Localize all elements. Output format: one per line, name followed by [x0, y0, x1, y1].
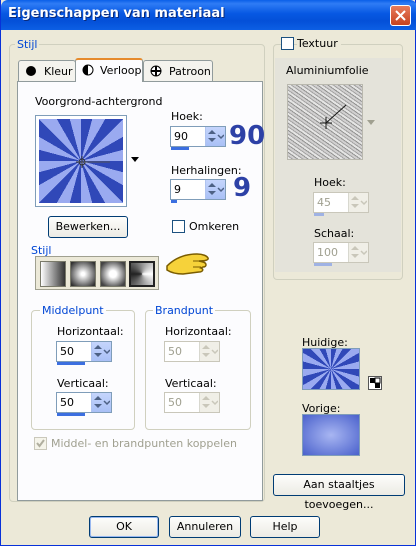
center-vertical-spin-buttons[interactable]: [91, 393, 111, 412]
pointing-hand-icon: [166, 253, 209, 275]
repeats-stepper[interactable]: 9: [170, 179, 226, 203]
close-button[interactable]: [390, 5, 411, 26]
material-properties-window: Eigenschappen van materiaal Stijl Kleur …: [0, 0, 416, 546]
close-icon: [395, 10, 406, 21]
spin-updown-icon: [94, 396, 111, 408]
angle-stepper[interactable]: 90: [170, 126, 226, 150]
angle-spin-buttons[interactable]: [205, 127, 225, 146]
center-horizontal-stepper[interactable]: 50: [56, 341, 112, 365]
chevron-down-icon: [367, 120, 375, 125]
style-rectangular-option[interactable]: [70, 261, 96, 287]
center-horizontal-label: Horizontaal:: [57, 325, 124, 338]
texture-scale-spin-buttons: [348, 243, 368, 262]
spin-updown-icon: [208, 183, 225, 195]
gradient-name: Voorgrond-achtergrond: [35, 95, 163, 108]
cancel-button[interactable]: Annuleren: [169, 516, 241, 538]
checkmark-icon: [36, 439, 45, 448]
tab-verloop[interactable]: Verloop: [75, 58, 143, 82]
focal-vertical-label: Verticaal:: [165, 377, 217, 390]
texture-angle-spin-buttons: [348, 193, 368, 212]
texture-checkbox[interactable]: [281, 37, 294, 50]
title-bar[interactable]: Eigenschappen van materiaal: [1, 0, 416, 30]
add-to-swatches-button[interactable]: Aan staaltjes toevoegen...: [273, 474, 405, 511]
texture-preview[interactable]: [287, 84, 363, 160]
spin-updown-icon: [351, 246, 368, 258]
style-options: [35, 256, 159, 290]
center-horizontal-slider-bar[interactable]: [57, 362, 85, 365]
tab-patroon[interactable]: Patroon: [143, 60, 213, 82]
tab-kleur-label: Kleur: [44, 65, 73, 78]
angle-annotation: 90: [229, 121, 266, 151]
focal-horizontal-spin-buttons: [199, 342, 219, 361]
texture-angle-value: 45: [317, 196, 331, 209]
repeats-spin-buttons[interactable]: [205, 180, 225, 199]
spin-updown-icon: [94, 345, 111, 357]
focal-horizontal-value: 50: [168, 345, 182, 358]
style-sunburst-option[interactable]: [129, 261, 155, 287]
link-points-checkbox[interactable]: [34, 437, 47, 450]
angle-value: 90: [174, 130, 188, 143]
center-point-label: Middelpunt: [40, 304, 106, 317]
focal-vertical-spin-buttons: [199, 393, 219, 412]
gradient-preview[interactable]: [35, 115, 127, 207]
tab-verloop-label: Verloop: [100, 64, 142, 77]
center-vertical-slider-bar[interactable]: [57, 413, 85, 416]
help-button[interactable]: Help: [250, 516, 320, 538]
texture-angle-slider-bar: [314, 213, 324, 216]
style-radial-option[interactable]: [100, 261, 126, 287]
window-title: Eigenschappen van materiaal: [8, 6, 225, 21]
angle-label: Hoek:: [171, 110, 203, 123]
center-horizontal-spin-buttons[interactable]: [91, 342, 111, 361]
current-swatch[interactable]: [302, 348, 360, 390]
tab-kleur[interactable]: Kleur: [18, 60, 76, 82]
previous-swatch[interactable]: [302, 414, 360, 456]
half-circle-icon: [82, 64, 94, 76]
texture-scale-label: Schaal:: [314, 227, 355, 240]
spin-updown-icon: [202, 345, 219, 357]
edit-button[interactable]: Bewerken...: [48, 216, 128, 238]
ok-button[interactable]: OK: [89, 516, 159, 538]
link-points-label: Middel- en brandpunten koppelen: [51, 437, 237, 450]
chevron-down-icon[interactable]: [131, 157, 139, 163]
gradient-angle-handle[interactable]: [36, 116, 128, 208]
spin-updown-icon: [202, 396, 219, 408]
focal-vertical-stepper: 50: [164, 392, 220, 413]
focal-vertical-value: 50: [168, 396, 182, 409]
swatch-toggle-icon: [370, 377, 381, 388]
tab-patroon-label: Patroon: [169, 65, 211, 78]
style-linear-option[interactable]: [40, 261, 66, 287]
spin-updown-icon: [208, 130, 225, 142]
invert-checkbox[interactable]: [172, 220, 185, 233]
texture-name: Aluminiumfolie: [286, 64, 369, 77]
texture-angle-handle[interactable]: [288, 85, 364, 161]
invert-label[interactable]: Omkeren: [189, 220, 239, 233]
texture-label[interactable]: Textuur: [297, 37, 341, 50]
texture-scale-stepper: 100: [313, 242, 369, 266]
center-vertical-value: 50: [60, 396, 74, 409]
focal-point-label: Brandpunt: [153, 304, 216, 317]
repeats-annotation: 9: [233, 173, 252, 203]
circle-icon: [26, 66, 36, 76]
center-vertical-label: Verticaal:: [57, 377, 109, 390]
swap-swatch-button[interactable]: [368, 376, 382, 390]
texture-angle-label: Hoek:: [314, 176, 346, 189]
focal-horizontal-stepper: 50: [164, 341, 220, 362]
repeats-label: Herhalingen:: [171, 164, 242, 177]
center-horizontal-value: 50: [60, 345, 74, 358]
repeats-slider-bar[interactable]: [171, 200, 177, 203]
focal-horizontal-label: Horizontaal:: [165, 325, 232, 338]
stijl-group-label: Stijl: [15, 38, 40, 51]
center-vertical-stepper[interactable]: 50: [56, 392, 112, 416]
texture-scale-value: 100: [317, 246, 338, 259]
spin-updown-icon: [351, 196, 368, 208]
repeats-value: 9: [174, 183, 181, 196]
angle-slider-bar[interactable]: [171, 147, 189, 150]
texture-scale-slider-bar: [314, 263, 332, 266]
pattern-icon: [150, 65, 162, 77]
texture-angle-stepper: 45: [313, 192, 369, 216]
